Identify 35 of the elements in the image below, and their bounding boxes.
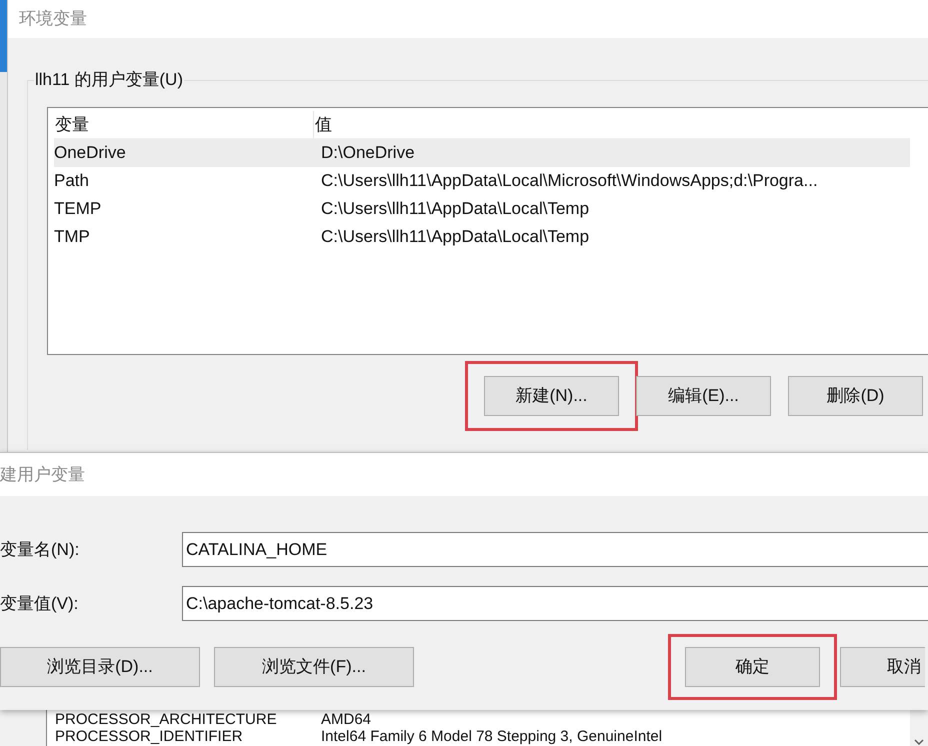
dialog-button[interactable]: 编辑(E)... <box>636 376 771 416</box>
table-cell-text: D:\OneDrive <box>320 142 415 164</box>
window-title: 环境变量 <box>19 8 87 30</box>
input-field[interactable]: C:\apache-tomcat-8.5.23 <box>182 586 928 621</box>
column-header[interactable]: 值 <box>314 111 910 138</box>
table-cell-text: TEMP <box>54 198 102 220</box>
table-cell-text: TMP <box>54 226 91 248</box>
field-label: 变量值(V): <box>0 592 80 615</box>
browse-button[interactable]: 浏览目录(D)... <box>0 647 200 687</box>
table-cell: AMD64 <box>321 711 372 728</box>
field-label: 变量名(N): <box>0 538 80 561</box>
list-row[interactable]: TMP C:\Users\llh11\AppData\Local\Temp <box>54 223 910 251</box>
browse-button[interactable]: 浏览文件(F)... <box>214 647 414 687</box>
input-field[interactable]: CATALINA_HOME <box>182 532 928 567</box>
table-cell-text: OneDrive <box>54 142 127 164</box>
table-cell-text: PROCESSOR_ARCHITECTURE <box>55 711 278 728</box>
list-row[interactable]: OneDrive D:\OneDrive <box>54 139 910 167</box>
dialog-button[interactable]: 取消 <box>840 647 925 687</box>
scroll-down-icon[interactable] <box>914 739 924 745</box>
table-cell: Intel64 Family 6 Model 78 Stepping 3, GenuineIntel <box>321 728 662 745</box>
list-row[interactable]: PROCESSOR_ARCHITECTURE AMD64 <box>55 711 910 728</box>
table-cell-text: C:\Users\llh11\AppData\Local\Microsoft\WindowsApps;d:\Progra... <box>320 170 818 192</box>
group-label: llh11 的用户变量(U) <box>34 69 184 91</box>
list-row[interactable]: TEMP C:\Users\llh11\AppData\Local\Temp <box>54 195 910 223</box>
table-cell-text: PROCESSOR_IDENTIFIER <box>55 728 244 745</box>
list-row[interactable]: Path C:\Users\llh11\AppData\Local\Microsoft\WindowsApps;d:\Progra... <box>54 167 910 195</box>
table-cell-text: C:\Users\llh11\AppData\Local\Temp <box>320 226 590 248</box>
table-cell-text: Path <box>54 170 90 192</box>
column-header[interactable]: 变量 <box>54 111 314 138</box>
dialog-button[interactable]: 确定 <box>685 647 820 687</box>
dialog-button[interactable]: 新建(N)... <box>484 376 619 416</box>
dialog-title: 建用户变量 <box>0 464 85 486</box>
table-cell-text: C:\Users\llh11\AppData\Local\Temp <box>320 198 590 220</box>
dialog-button[interactable]: 删除(D) <box>788 376 923 416</box>
list-row[interactable]: PROCESSOR_IDENTIFIER Intel64 Family 6 Model 78 Stepping 3, GenuineIntel <box>55 728 910 745</box>
